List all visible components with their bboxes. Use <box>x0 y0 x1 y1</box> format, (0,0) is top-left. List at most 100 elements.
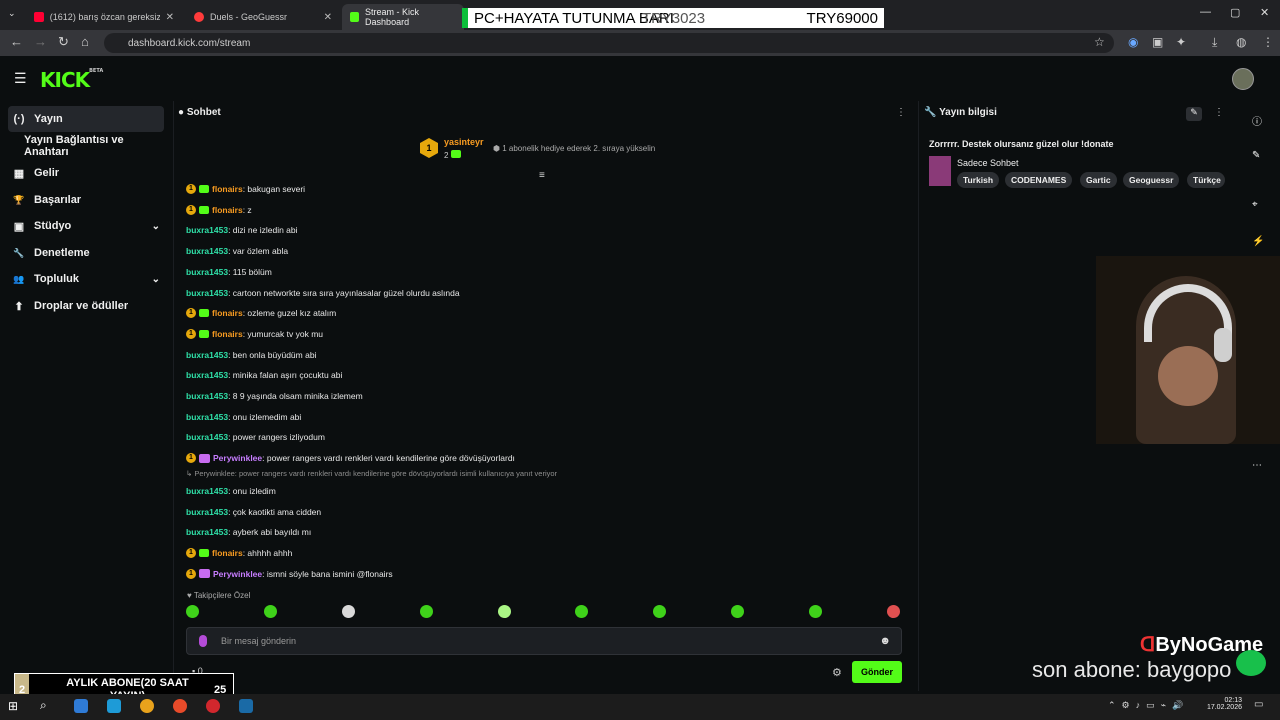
chat-username[interactable]: buxra1453 <box>186 267 228 277</box>
chat-message-input[interactable]: Bir mesaj gönderin ☻ <box>186 627 902 655</box>
sidebar-item-droplar[interactable]: ⬆ Droplar ve ödüller <box>8 293 164 319</box>
share-icon[interactable]: ⋯ <box>1252 460 1262 471</box>
sidebar-item-gelir[interactable]: ▦ Gelir <box>8 160 164 186</box>
tag-pill[interactable]: CODENAMES <box>1005 172 1073 188</box>
system-tray-icons[interactable]: ⌃⚙♪▭⌁🔊 <box>1108 700 1189 711</box>
tab-youtube[interactable]: (1612) barış özcan gereksiz sanı ✕ <box>26 4 182 30</box>
forward-icon[interactable]: → <box>34 34 47 49</box>
emote-icon[interactable] <box>809 605 822 618</box>
chat-username[interactable]: flonairs <box>212 308 243 318</box>
chat-username[interactable]: buxra1453 <box>186 527 228 537</box>
profile-icon[interactable]: ◍ <box>1236 35 1246 49</box>
notification-icon[interactable]: ▭ <box>1254 699 1263 710</box>
emote-icon[interactable] <box>419 605 433 618</box>
chevron-down-icon[interactable]: ⌄ <box>152 221 160 232</box>
emote-icon[interactable] <box>653 605 667 618</box>
taskbar-app-icon[interactable] <box>107 699 121 713</box>
maximize-icon[interactable]: ▢ <box>1230 6 1240 19</box>
close-tab-icon[interactable]: ✕ <box>166 12 174 23</box>
reload-icon[interactable]: ↻ <box>58 34 69 50</box>
minimize-icon[interactable]: — <box>1200 6 1211 18</box>
chat-username[interactable]: buxra1453 <box>186 246 228 256</box>
chat-username[interactable]: flonairs <box>212 548 243 558</box>
sidebar-item-studyo[interactable]: ▣ Stüdyo ⌄ <box>8 213 164 239</box>
firefox-icon[interactable] <box>173 699 187 713</box>
start-icon[interactable]: ⊞ <box>8 699 18 713</box>
clock[interactable]: 02:13 17.02.2026 <box>1204 697 1242 711</box>
screenshot-icon[interactable]: ▣ <box>1152 35 1163 49</box>
emote-icon[interactable] <box>886 605 900 618</box>
gift-hint: ⬢ 1 abonelik hediye ederek 2. sıraya yük… <box>493 144 655 153</box>
obs-icon[interactable] <box>206 699 220 713</box>
chat-settings-gear-icon[interactable]: ⚙ <box>832 666 842 679</box>
info-menu-icon[interactable]: ⋮ <box>1214 107 1224 118</box>
tab-search-icon[interactable]: ⌄ <box>8 8 16 19</box>
emote-icon[interactable] <box>341 605 355 618</box>
chat-username[interactable]: buxra1453 <box>186 412 228 422</box>
stream-category[interactable]: Sadece Sohbet <box>957 158 1019 168</box>
user-avatar[interactable] <box>1232 68 1254 90</box>
chat-username[interactable]: buxra1453 <box>186 486 228 496</box>
steam-icon[interactable] <box>239 699 253 713</box>
chat-username[interactable]: flonairs <box>212 184 243 194</box>
emote-icon[interactable] <box>575 605 589 618</box>
sidebar-item-stream-key[interactable]: Yayın Bağlantısı ve Anahtarı <box>20 133 170 159</box>
cast-icon[interactable]: ◉ <box>1128 35 1138 49</box>
edit-icon[interactable]: ✎ <box>1252 150 1260 161</box>
tab-geoguessr[interactable]: Duels - GeoGuessr ✕ <box>186 4 340 30</box>
chat-username[interactable]: buxra1453 <box>186 507 228 517</box>
chat-username[interactable]: buxra1453 <box>186 391 228 401</box>
chevron-down-icon[interactable]: ⌄ <box>152 274 160 285</box>
hamburger-menu-icon[interactable]: ☰ <box>14 70 27 87</box>
emote-icon[interactable] <box>731 605 745 618</box>
chat-username[interactable]: buxra1453 <box>186 225 228 235</box>
chat-username[interactable]: buxra1453 <box>186 370 228 380</box>
emoji-picker-icon[interactable]: ☻ <box>879 635 891 647</box>
taskbar-app-icon[interactable] <box>74 699 88 713</box>
chat-username[interactable]: Perywinklee <box>213 569 262 579</box>
windows-taskbar <box>0 694 1280 720</box>
chat-username[interactable]: buxra1453 <box>186 432 228 442</box>
sidebar-item-basarilar[interactable]: 🏆 Başarılar <box>8 187 164 213</box>
send-button[interactable]: Gönder <box>852 661 902 683</box>
emote-icon[interactable] <box>497 605 511 618</box>
home-icon[interactable]: ⌂ <box>81 34 89 49</box>
tab-kick-dashboard[interactable]: Stream - Kick Dashboard <box>342 4 464 30</box>
download-icon[interactable]: ⤓ <box>1212 35 1217 50</box>
chat-username[interactable]: flonairs <box>212 329 243 339</box>
chat-message: 1 flonairs: ahhhh ahhh <box>186 547 292 558</box>
microphone-icon[interactable] <box>199 635 207 647</box>
rank-number: 1 <box>426 143 432 153</box>
extensions-icon[interactable]: ✦ <box>1176 35 1186 49</box>
emote-icon[interactable] <box>186 605 199 618</box>
sidebar-item-yayin[interactable]: (·) Yayın <box>8 106 164 132</box>
kick-logo[interactable]: KICKBETA <box>40 68 103 92</box>
emote-icon[interactable] <box>263 605 277 618</box>
chat-menu-icon[interactable]: ⋮ <box>896 107 906 118</box>
back-icon[interactable]: ← <box>10 34 23 49</box>
close-window-icon[interactable]: ✕ <box>1260 6 1269 19</box>
browser-menu-icon[interactable]: ⋮ <box>1262 35 1274 49</box>
top-gifter-name[interactable]: yasinteyr <box>444 137 484 147</box>
chrome-icon[interactable] <box>140 699 154 713</box>
chat-username[interactable]: buxra1453 <box>186 350 228 360</box>
url-field[interactable]: dashboard.kick.com/stream <box>104 33 1114 53</box>
search-icon[interactable]: ⌕ <box>40 698 47 713</box>
tag-pill[interactable]: Türkçe <box>1187 172 1225 188</box>
tag-pill[interactable]: Geoguessr <box>1123 172 1180 188</box>
info-icon[interactable]: ⓘ <box>1252 113 1262 128</box>
tag-pill[interactable]: Gartic <box>1080 172 1117 188</box>
close-tab-icon[interactable]: ✕ <box>324 12 332 23</box>
lightning-icon[interactable]: ⚡ <box>1252 236 1264 247</box>
chat-username[interactable]: flonairs <box>212 205 243 215</box>
edit-pencil-icon[interactable]: ✎ <box>1186 107 1202 121</box>
sidebar-item-denetleme[interactable]: 🔧 Denetleme <box>8 240 164 266</box>
chat-username[interactable]: buxra1453 <box>186 288 228 298</box>
clock-date: 17.02.2026 <box>1206 704 1242 711</box>
bookmark-star-icon[interactable]: ☆ <box>1094 35 1105 49</box>
collapse-pinned-icon[interactable]: ≡ <box>539 170 545 181</box>
focus-icon[interactable]: ⌖ <box>1252 199 1258 210</box>
chat-username[interactable]: Perywinklee <box>213 453 262 463</box>
tag-pill[interactable]: Turkish <box>957 172 1000 188</box>
sidebar-item-topluluk[interactable]: 👥 Topluluk ⌄ <box>8 266 164 292</box>
